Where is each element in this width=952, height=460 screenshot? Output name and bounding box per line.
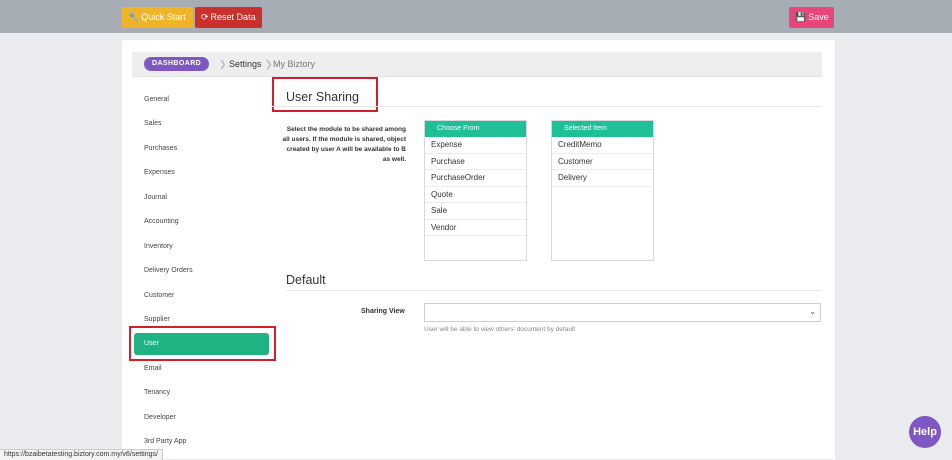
sidebar-item-general[interactable]: General xyxy=(134,88,269,112)
choose-from-header: Choose From xyxy=(425,121,526,137)
list-item[interactable]: Delivery xyxy=(552,170,653,187)
reset-data-button[interactable]: ⟳ Reset Data xyxy=(195,7,262,28)
save-label: Save xyxy=(808,12,829,22)
wrench-icon: 🔧 xyxy=(128,12,140,22)
list-item[interactable]: Vendor xyxy=(425,220,526,236)
breadcrumb-separator-icon: ❯ xyxy=(219,59,227,69)
breadcrumb: DASHBOARD ❯ Settings ❯ My Biztory xyxy=(132,52,822,77)
list-item[interactable]: PurchaseOrder xyxy=(425,170,526,187)
refresh-icon: ⟳ xyxy=(201,12,209,22)
floppy-disk-icon: 💾 xyxy=(795,12,807,22)
breadcrumb-separator-icon: ❯ xyxy=(265,59,273,69)
sidebar-item-delivery-orders[interactable]: Delivery Orders xyxy=(134,259,269,283)
list-item[interactable]: CreditMemo xyxy=(552,137,653,154)
list-item[interactable]: Purchase xyxy=(425,154,526,170)
sharing-view-label: Sharing View xyxy=(361,308,405,315)
sidebar-item-expenses[interactable]: Expenses xyxy=(134,161,269,185)
choose-from-list: Choose From Expense Purchase PurchaseOrd… xyxy=(424,120,527,261)
user-sharing-description: Select the module to be shared among all… xyxy=(282,126,406,163)
selected-item-header: Selected Item xyxy=(552,121,653,137)
default-title: Default xyxy=(286,273,326,287)
settings-card: DASHBOARD ❯ Settings ❯ My Biztory Genera… xyxy=(122,40,835,459)
list-item[interactable]: Quote xyxy=(425,187,526,203)
section-divider xyxy=(286,290,822,291)
breadcrumb-settings[interactable]: Settings xyxy=(229,57,262,71)
top-toolbar: 🔧 Quick Start ⟳ Reset Data 💾 Save xyxy=(0,0,952,33)
sidebar-item-inventory[interactable]: Inventory xyxy=(134,235,269,259)
status-url: https://bzaibetatesting.biztory.com.my/v… xyxy=(0,449,163,460)
help-button[interactable]: Help xyxy=(909,416,941,448)
selected-item-list: Selected Item CreditMemo Customer Delive… xyxy=(551,120,654,261)
list-item[interactable]: Customer xyxy=(552,154,653,170)
section-divider xyxy=(272,106,822,107)
sidebar-item-customer[interactable]: Customer xyxy=(134,284,269,308)
quick-start-button[interactable]: 🔧 Quick Start xyxy=(122,7,193,28)
sidebar-item-journal[interactable]: Journal xyxy=(134,186,269,210)
sidebar-item-developer[interactable]: Developer xyxy=(134,406,269,430)
sharing-view-help: User will be able to view others' docume… xyxy=(424,326,576,333)
sidebar-item-tenancy[interactable]: Tenancy xyxy=(134,381,269,405)
chevron-down-icon: ⌄ xyxy=(809,307,816,316)
list-item[interactable]: Expense xyxy=(425,137,526,154)
breadcrumb-current: My Biztory xyxy=(273,59,316,69)
user-highlight-box xyxy=(129,326,276,361)
list-item[interactable]: Sale xyxy=(425,203,526,220)
sidebar-item-purchases[interactable]: Purchases xyxy=(134,137,269,161)
breadcrumb-dashboard[interactable]: DASHBOARD xyxy=(144,57,210,71)
quick-start-label: Quick Start xyxy=(141,12,186,22)
save-button[interactable]: 💾 Save xyxy=(789,7,834,28)
sidebar-item-sales[interactable]: Sales xyxy=(134,112,269,136)
sharing-view-select[interactable]: ⌄ xyxy=(424,303,821,322)
sidebar-item-accounting[interactable]: Accounting xyxy=(134,210,269,234)
reset-data-label: Reset Data xyxy=(210,12,256,22)
